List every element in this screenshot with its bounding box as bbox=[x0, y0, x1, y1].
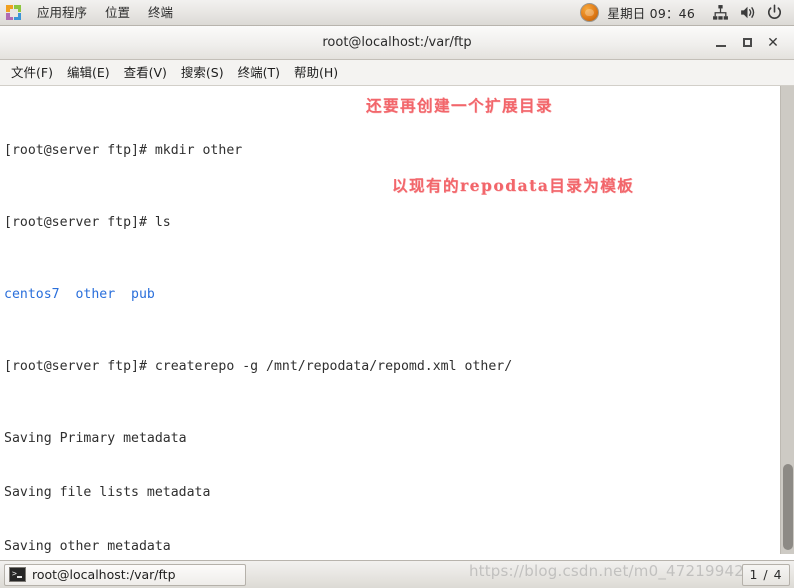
panel-menu-applications[interactable]: 应用程序 bbox=[28, 0, 96, 26]
terminal-scrollbar-thumb[interactable] bbox=[783, 464, 793, 550]
top-panel-right: 星期日 09：46 bbox=[580, 0, 794, 26]
volume-icon[interactable] bbox=[739, 4, 756, 21]
terminal-line: centos7 other pub bbox=[4, 286, 778, 304]
terminal-prompt: [root@server ftp]# bbox=[4, 143, 155, 158]
menu-view[interactable]: 查看(V) bbox=[117, 60, 174, 86]
workspace-indicator-label: 1 / 4 bbox=[749, 567, 783, 582]
terminal-command: createrepo -g /mnt/repodata/repomd.xml o… bbox=[154, 359, 513, 374]
menu-help[interactable]: 帮助(H) bbox=[287, 60, 345, 86]
terminal-line: Saving other metadata bbox=[4, 538, 778, 554]
terminal-line: [root@server ftp]# createrepo -g /mnt/re… bbox=[4, 358, 778, 376]
workspace-switcher[interactable]: 1 / 4 bbox=[742, 563, 790, 586]
power-icon[interactable] bbox=[766, 4, 783, 21]
terminal-ls-output: centos7 other pub bbox=[4, 287, 155, 302]
terminal-command: ls bbox=[154, 215, 171, 230]
window-title: root@localhost:/var/ftp bbox=[322, 35, 472, 50]
terminal-line: [root@server ftp]# mkdir other bbox=[4, 142, 778, 160]
taskbar-item-terminal[interactable]: root@localhost:/var/ftp bbox=[4, 563, 246, 586]
maximize-button[interactable] bbox=[734, 31, 760, 55]
terminal-command: mkdir other bbox=[154, 143, 243, 158]
terminal-output-area[interactable]: [root@server ftp]# mkdir other [root@ser… bbox=[0, 86, 794, 554]
clock-label[interactable]: 星期日 09：46 bbox=[607, 3, 695, 22]
minimize-icon bbox=[716, 44, 726, 47]
applications-grid-icon[interactable] bbox=[5, 4, 23, 22]
bottom-panel: root@localhost:/var/ftp 1 / 4 bbox=[0, 560, 794, 588]
terminal-scrollbar[interactable] bbox=[780, 86, 794, 554]
top-panel-left: 应用程序 位置 终端 bbox=[0, 0, 182, 26]
terminal-line: [root@server ftp]# ls bbox=[4, 214, 778, 232]
terminal-output: Saving other metadata bbox=[4, 539, 171, 554]
close-button[interactable]: ✕ bbox=[760, 31, 786, 55]
top-panel: 应用程序 位置 终端 星期日 09：46 bbox=[0, 0, 794, 26]
window-menubar: 文件(F) 编辑(E) 查看(V) 搜索(S) 终端(T) 帮助(H) bbox=[0, 60, 794, 86]
terminal-text: [root@server ftp]# mkdir other [root@ser… bbox=[4, 88, 778, 554]
terminal-line: Saving file lists metadata bbox=[4, 484, 778, 502]
window-titlebar[interactable]: root@localhost:/var/ftp ✕ bbox=[0, 26, 794, 60]
panel-menu-places[interactable]: 位置 bbox=[96, 0, 139, 26]
menu-terminal[interactable]: 终端(T) bbox=[231, 60, 287, 86]
terminal-output: Saving Primary metadata bbox=[4, 431, 187, 446]
annotation-create-extra-dir: 还要再创建一个扩展目录 bbox=[366, 96, 554, 115]
terminal-prompt: [root@server ftp]# bbox=[4, 359, 155, 374]
terminal-icon bbox=[9, 567, 26, 582]
desktop-screen: 应用程序 位置 终端 星期日 09：46 root@localhost:/var… bbox=[0, 0, 794, 588]
terminal-line: Saving Primary metadata bbox=[4, 430, 778, 448]
menu-file[interactable]: 文件(F) bbox=[4, 60, 60, 86]
terminal-prompt: [root@server ftp]# bbox=[4, 215, 155, 230]
menu-search[interactable]: 搜索(S) bbox=[174, 60, 231, 86]
minimize-button[interactable] bbox=[708, 31, 734, 55]
taskbar-item-label: root@localhost:/var/ftp bbox=[32, 567, 176, 582]
annotation-use-repodata-template: 以现有的repodata目录为模板 bbox=[392, 176, 635, 195]
panel-menu-terminal[interactable]: 终端 bbox=[139, 0, 182, 26]
network-icon[interactable] bbox=[712, 4, 729, 21]
window-controls: ✕ bbox=[708, 26, 786, 59]
user-avatar-icon[interactable] bbox=[580, 3, 600, 22]
terminal-output: Saving file lists metadata bbox=[4, 485, 211, 500]
maximize-icon bbox=[742, 38, 752, 47]
menu-edit[interactable]: 编辑(E) bbox=[60, 60, 117, 86]
close-icon: ✕ bbox=[767, 34, 779, 51]
